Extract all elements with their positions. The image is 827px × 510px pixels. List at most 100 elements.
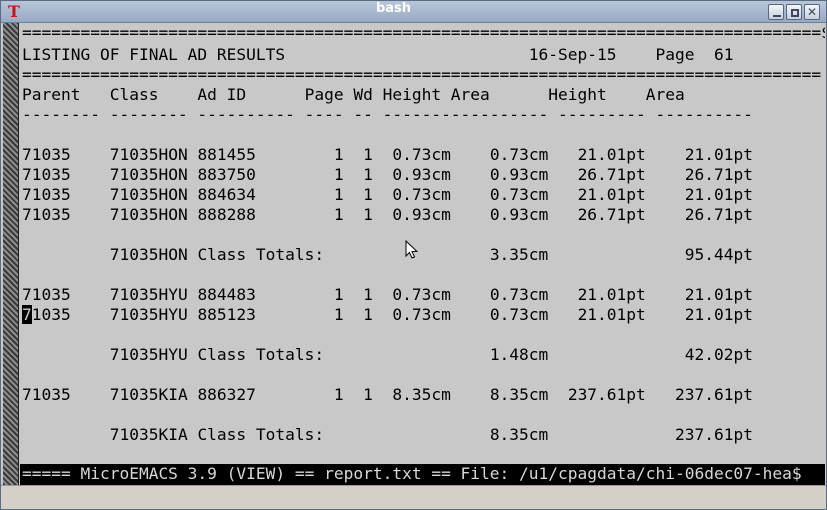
page-cell: 1 — [255, 385, 344, 404]
total-label-cell: Class Totals: — [197, 345, 490, 364]
height-cm-cell: 0.73cm — [372, 285, 451, 304]
height-cm-cell: 0.93cm — [372, 165, 451, 184]
report-date: 16-Sep-15 — [528, 45, 617, 64]
class-cell: 71035HON — [109, 205, 198, 224]
header-gap-3 — [694, 45, 714, 64]
wd-cell: 1 — [343, 305, 373, 324]
area-pt-cell: 26.71pt — [645, 205, 753, 224]
area-pt-cell: 26.71pt — [645, 165, 753, 184]
page-cell: 1 — [255, 165, 344, 184]
page-cell: 1 — [255, 285, 344, 304]
text-cursor: 7 — [22, 305, 32, 324]
height-cm-cell: 0.93cm — [372, 205, 451, 224]
terminal-text-area[interactable]: ========================================… — [20, 23, 825, 485]
total-label-cell: Class Totals: — [197, 425, 490, 444]
class-total-row: 71035HYU Class Totals: 1.48cm 42.02pt — [22, 345, 753, 365]
page-number: 61 — [713, 45, 734, 64]
title-bar[interactable]: T bash ✕ — [1, 1, 826, 23]
table-row: 71035 71035HON 884634 1 1 0.73cm 0.73cm … — [22, 185, 753, 205]
window-bottom-frame — [1, 485, 826, 509]
area-pt-cell: 237.61pt — [645, 385, 753, 404]
total-area-pt-cell: 237.61pt — [548, 425, 753, 444]
report-header: LISTING OF FINAL AD RESULTS 16-Sep-15 Pa… — [22, 45, 733, 65]
class-cell: 71035HYU — [109, 285, 198, 304]
parent-cell: 71035 — [22, 145, 110, 164]
ad-id-cell: 884483 — [197, 285, 256, 304]
total-area-pt-cell: 95.44pt — [548, 245, 753, 264]
minimize-button[interactable] — [768, 4, 784, 20]
mouse-pointer-icon — [405, 240, 419, 259]
ad-id-cell: 884634 — [197, 185, 256, 204]
wd-cell: 1 — [343, 145, 373, 164]
wd-cell: 1 — [343, 165, 373, 184]
area-pt-cell: 21.01pt — [645, 285, 753, 304]
height-cm-cell: 0.73cm — [372, 145, 451, 164]
area-cm-cell: 0.93cm — [450, 205, 549, 224]
parent-cell: 71035 — [22, 285, 110, 304]
header-gap — [285, 45, 529, 64]
table-row: 71035 71035HYU 884483 1 1 0.73cm 0.73cm … — [22, 285, 753, 305]
total-class-cell: 71035HON — [109, 245, 198, 264]
total-area-pt-cell: 42.02pt — [548, 345, 753, 364]
column-headers: Parent Class Ad ID Page Wd Height Area H… — [22, 85, 685, 104]
total-area-cm-cell: 1.48cm — [489, 345, 549, 364]
report-title: LISTING OF FINAL AD RESULTS — [22, 45, 286, 64]
wd-cell: 1 — [343, 185, 373, 204]
total-label-cell: Class Totals: — [197, 245, 490, 264]
area-cm-cell: 0.73cm — [450, 285, 549, 304]
height-pt-cell: 21.01pt — [548, 145, 646, 164]
maximize-button[interactable] — [786, 4, 802, 20]
column-underline: -------- -------- ---------- ---- -- ---… — [22, 105, 753, 124]
height-cm-cell: 0.73cm — [372, 185, 451, 204]
wd-cell: 1 — [343, 205, 373, 224]
area-cm-cell: 0.73cm — [450, 305, 549, 324]
ad-id-cell: 881455 — [197, 145, 256, 164]
class-cell: 71035HON — [109, 145, 198, 164]
table-row: 71035 71035HYU 885123 1 1 0.73cm 0.73cm … — [22, 305, 753, 325]
page-label: Page — [655, 45, 695, 64]
window-title: bash — [375, 1, 412, 16]
area-cm-cell: 8.35cm — [450, 385, 549, 404]
class-total-row: 71035KIA Class Totals: 8.35cm 237.61pt — [22, 425, 753, 445]
wd-cell: 1 — [343, 285, 373, 304]
page-cell: 1 — [255, 305, 344, 324]
header-gap-2 — [617, 45, 656, 64]
parent-cell: 1035 — [31, 305, 110, 324]
minimize-icon — [773, 15, 781, 17]
class-cell: 71035HON — [109, 185, 198, 204]
maximize-icon — [791, 9, 799, 17]
parent-cell: 71035 — [22, 185, 110, 204]
height-cm-cell: 0.73cm — [372, 305, 451, 324]
height-pt-cell: 237.61pt — [548, 385, 646, 404]
area-pt-cell: 21.01pt — [645, 145, 753, 164]
close-button[interactable]: ✕ — [804, 4, 820, 20]
parent-cell: 71035 — [22, 165, 110, 184]
class-cell: 71035HYU — [109, 305, 198, 324]
class-cell: 71035HON — [109, 165, 198, 184]
height-pt-cell: 26.71pt — [548, 165, 646, 184]
table-row: 71035 71035HON 888288 1 1 0.93cm 0.93cm … — [22, 205, 753, 225]
terminal-scrollbar[interactable] — [3, 23, 19, 485]
area-cm-cell: 0.73cm — [450, 145, 549, 164]
close-icon: ✕ — [806, 5, 818, 19]
status-line: ===== MicroEMACS 3.9 (VIEW) == report.tx… — [22, 464, 802, 483]
height-pt-cell: 21.01pt — [548, 305, 646, 324]
parent-cell: 71035 — [22, 385, 110, 404]
ad-id-cell: 886327 — [197, 385, 256, 404]
total-class-cell: 71035HYU — [109, 345, 198, 364]
table-row: 71035 71035KIA 886327 1 1 8.35cm 8.35cm … — [22, 385, 753, 405]
class-cell: 71035KIA — [109, 385, 198, 404]
terminal-window: T bash ✕ ===============================… — [0, 0, 827, 510]
area-pt-cell: 21.01pt — [645, 305, 753, 324]
area-cm-cell: 0.73cm — [450, 185, 549, 204]
total-area-cm-cell: 3.35cm — [489, 245, 549, 264]
height-pt-cell: 21.01pt — [548, 185, 646, 204]
table-row: 71035 71035HON 881455 1 1 0.73cm 0.73cm … — [22, 145, 753, 165]
status-bar: ===== MicroEMACS 3.9 (VIEW) == report.tx… — [20, 464, 825, 485]
height-pt-cell: 21.01pt — [548, 285, 646, 304]
separator-header: ========================================… — [22, 65, 822, 84]
page-cell: 1 — [255, 145, 344, 164]
